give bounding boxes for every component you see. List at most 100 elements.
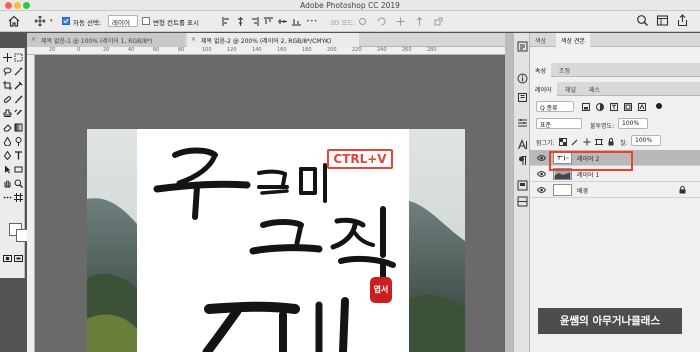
ruler-label: 100: [202, 47, 212, 53]
layer-name[interactable]: 레이어 1: [577, 170, 599, 179]
canvas-area[interactable]: CTRL+V 엽서: [35, 55, 505, 352]
tab-document-2[interactable]: × 제목 없음-2 @ 200% (레이어 2, RGB/8*/CMYK): [187, 33, 359, 47]
align-left-icon[interactable]: [222, 17, 231, 26]
eraser-tool-icon[interactable]: [3, 123, 12, 132]
slide-3d-icon[interactable]: [415, 16, 424, 26]
lasso-tool-icon[interactable]: [3, 67, 12, 76]
quick-mask-icon[interactable]: [3, 254, 12, 263]
document-canvas[interactable]: CTRL+V 엽서: [87, 129, 465, 352]
share-icon[interactable]: [676, 14, 689, 27]
blend-mode-select[interactable]: 표준: [536, 118, 582, 129]
gradient-tool-icon[interactable]: [14, 123, 23, 132]
tab-document-1[interactable]: × 제목 없음-1 @ 100% (레이어 1, RGB/8*): [27, 33, 185, 47]
workspace-icon[interactable]: [656, 14, 669, 27]
tab-properties[interactable]: 속성: [530, 63, 552, 77]
align-bottom-icon[interactable]: [292, 17, 301, 26]
orbit-3d-icon[interactable]: [358, 17, 367, 26]
properties-panel-tabs: 속성 조정: [530, 63, 700, 77]
tab-layers[interactable]: 레이어: [530, 82, 557, 96]
paragraph-panel-icon[interactable]: [517, 155, 528, 166]
history-brush-tool-icon[interactable]: [14, 109, 23, 118]
more-tools-icon[interactable]: [3, 193, 12, 202]
brush-tool-icon[interactable]: [14, 95, 23, 104]
home-icon[interactable]: [8, 15, 20, 27]
lock-transparent-icon[interactable]: [559, 138, 567, 146]
layer-filter-kind-select[interactable]: Q 종류: [536, 101, 574, 112]
info-panel-icon[interactable]: [517, 73, 528, 84]
adjustments-panel-icon[interactable]: [517, 117, 528, 128]
blur-tool-icon[interactable]: [3, 137, 12, 146]
magic-wand-tool-icon[interactable]: [14, 67, 23, 76]
auto-select-dropdown[interactable]: 레이어: [108, 15, 138, 27]
filter-toggle-icon[interactable]: [655, 102, 663, 110]
dock-collapse-strip[interactable]: [505, 33, 513, 352]
ruler-label: 220: [352, 47, 362, 53]
filter-smart-object-icon[interactable]: [638, 103, 646, 111]
opacity-input[interactable]: 100%: [618, 118, 648, 129]
fill-input[interactable]: 100%: [631, 135, 661, 146]
ruler-label: 40: [128, 47, 135, 53]
auto-select-checkbox[interactable]: [62, 17, 70, 25]
healing-brush-tool-icon[interactable]: [3, 95, 12, 104]
auto-select-label: 자동 선택:: [73, 19, 102, 27]
highlight-annotation-box: [549, 151, 633, 171]
pan-3d-icon[interactable]: [396, 17, 405, 26]
search-icon[interactable]: [636, 14, 649, 27]
eye-icon[interactable]: [536, 186, 547, 194]
align-right-icon[interactable]: [250, 17, 259, 26]
type-tool-icon[interactable]: [14, 151, 23, 160]
eye-icon[interactable]: [536, 170, 547, 178]
align-middle-icon[interactable]: [278, 17, 287, 26]
eye-icon[interactable]: [536, 154, 547, 162]
lock-position-icon[interactable]: [583, 138, 591, 146]
watermark-caption: 윤쌤의 아무거나클래스: [538, 308, 682, 334]
hand-tool-icon[interactable]: [3, 179, 12, 188]
libraries-panel-icon[interactable]: [517, 92, 528, 103]
more-options-icon[interactable]: •••: [306, 17, 318, 25]
pen-tool-icon[interactable]: [3, 151, 12, 160]
path-selection-tool-icon[interactable]: [3, 165, 12, 174]
lock-artboard-icon[interactable]: [595, 138, 603, 146]
scale-3d-icon[interactable]: [434, 17, 443, 26]
lock-image-icon[interactable]: [571, 138, 579, 146]
lock-all-icon[interactable]: [607, 138, 615, 146]
layer-row[interactable]: 배경: [530, 182, 700, 198]
marquee-tool-icon[interactable]: [14, 53, 23, 62]
history-panel-icon[interactable]: [517, 41, 528, 52]
filter-type-icon[interactable]: [610, 103, 618, 111]
transform-controls-checkbox[interactable]: [142, 17, 150, 25]
dodge-tool-icon[interactable]: [14, 137, 23, 146]
roll-3d-icon[interactable]: [377, 17, 386, 26]
rectangle-tool-icon[interactable]: [14, 165, 23, 174]
move-tool-icon[interactable]: [3, 53, 12, 62]
ruler-label: 160: [277, 47, 287, 53]
close-tab-icon[interactable]: ×: [31, 36, 36, 43]
filter-adjustment-icon[interactable]: [596, 103, 604, 111]
lock-icon: [679, 185, 686, 194]
filter-pixel-icon[interactable]: [582, 103, 590, 111]
tab-color[interactable]: 색상: [530, 33, 551, 47]
tab-swatches[interactable]: 색상 견본: [556, 33, 590, 47]
character-panel-icon[interactable]: [517, 139, 528, 150]
close-tab-icon[interactable]: ×: [191, 36, 196, 43]
layer-name[interactable]: 배경: [577, 186, 588, 195]
filter-shape-icon[interactable]: [624, 103, 632, 111]
frame-tool-icon[interactable]: [14, 193, 23, 202]
align-center-icon[interactable]: [236, 17, 245, 26]
crop-tool-icon[interactable]: [3, 81, 12, 90]
zoom-tool-icon[interactable]: [14, 179, 23, 188]
eyedropper-tool-icon[interactable]: [14, 81, 23, 90]
layers-panel-tabs: 레이어 채널 패스: [530, 82, 700, 96]
screen-mode-icon[interactable]: [14, 254, 23, 263]
move-tool-icon[interactable]: [34, 15, 46, 27]
clone-stamp-tool-icon[interactable]: [3, 109, 12, 118]
align-top-icon[interactable]: [264, 17, 273, 26]
tab-adjustments[interactable]: 조정: [554, 63, 575, 77]
properties-panel-icon[interactable]: [517, 180, 528, 191]
channels-panel-icon[interactable]: [517, 196, 528, 207]
tab-paths[interactable]: 패스: [584, 82, 605, 96]
chevron-down-icon[interactable]: ▾: [50, 18, 53, 24]
tab-channels[interactable]: 채널: [560, 82, 581, 96]
opacity-label: 불투명도:: [590, 123, 615, 130]
ruler-label: 240: [377, 47, 387, 53]
